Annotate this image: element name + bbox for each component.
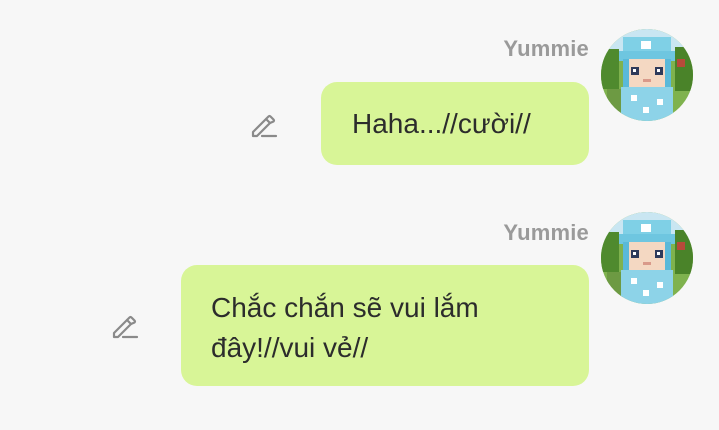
sender-name: Yummie xyxy=(503,36,589,61)
avatar[interactable] xyxy=(601,212,693,304)
minecraft-character-avatar-icon xyxy=(601,212,693,304)
message-bubble[interactable]: Chắc chắn sẽ vui lắm đây!//vui vẻ// xyxy=(181,265,589,386)
sender-name: Yummie xyxy=(503,220,589,245)
pencil-icon[interactable] xyxy=(109,311,139,341)
pencil-icon[interactable] xyxy=(248,110,278,140)
message-text: Haha...//cười// xyxy=(352,108,531,139)
minecraft-character-avatar-icon xyxy=(601,29,693,121)
avatar[interactable] xyxy=(601,29,693,121)
message-text: Chắc chắn sẽ vui lắm đây!//vui vẻ// xyxy=(211,292,479,363)
message-bubble[interactable]: Haha...//cười// xyxy=(321,82,589,165)
